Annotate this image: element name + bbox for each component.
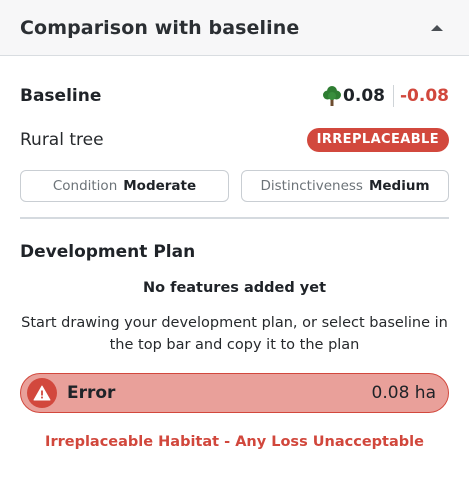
value-divider: [393, 85, 394, 107]
condition-pill: Condition Moderate: [20, 170, 229, 202]
distinctiveness-label: Distinctiveness: [260, 178, 363, 194]
distinctiveness-value: Medium: [368, 178, 430, 194]
comparison-panel: Comparison with baseline Baseline 0.08 -…: [0, 0, 469, 479]
development-plan-title: Development Plan: [20, 242, 196, 262]
condition-value: Moderate: [123, 178, 197, 194]
attribute-row: Condition Moderate Distinctiveness Mediu…: [20, 170, 449, 202]
baseline-value: 0.08: [343, 86, 385, 106]
tree-icon: [322, 85, 342, 107]
panel-header[interactable]: Comparison with baseline: [0, 0, 469, 56]
error-left: Error: [27, 378, 115, 408]
baseline-title: Baseline: [20, 86, 102, 106]
baseline-delta: -0.08: [400, 86, 449, 106]
empty-state-hint: Start drawing your development plan, or …: [21, 315, 448, 353]
habitat-row: Rural tree IRREPLACEABLE: [20, 126, 449, 154]
baseline-row: Baseline 0.08 -0.08: [20, 82, 449, 110]
empty-state-title: No features added yet: [142, 280, 326, 296]
section-divider: [20, 217, 449, 219]
irreplaceable-badge: IRREPLACEABLE: [306, 128, 449, 152]
panel-content: Baseline 0.08 -0.08 Rural tree IRREPLACE…: [0, 82, 469, 450]
condition-label: Condition: [52, 178, 118, 194]
error-bar[interactable]: Error 0.08 ha: [20, 373, 449, 413]
error-area: 0.08 ha: [371, 383, 436, 403]
chevron-up-icon[interactable]: [425, 16, 449, 40]
habitat-name: Rural tree: [20, 130, 104, 150]
warning-icon: [27, 378, 57, 408]
error-label: Error: [67, 383, 116, 403]
baseline-values: 0.08 -0.08: [322, 85, 449, 107]
distinctiveness-pill: Distinctiveness Medium: [241, 170, 449, 202]
irreplaceable-warning: Irreplaceable Habitat - Any Loss Unaccep…: [45, 434, 424, 450]
panel-title: Comparison with baseline: [20, 16, 300, 39]
